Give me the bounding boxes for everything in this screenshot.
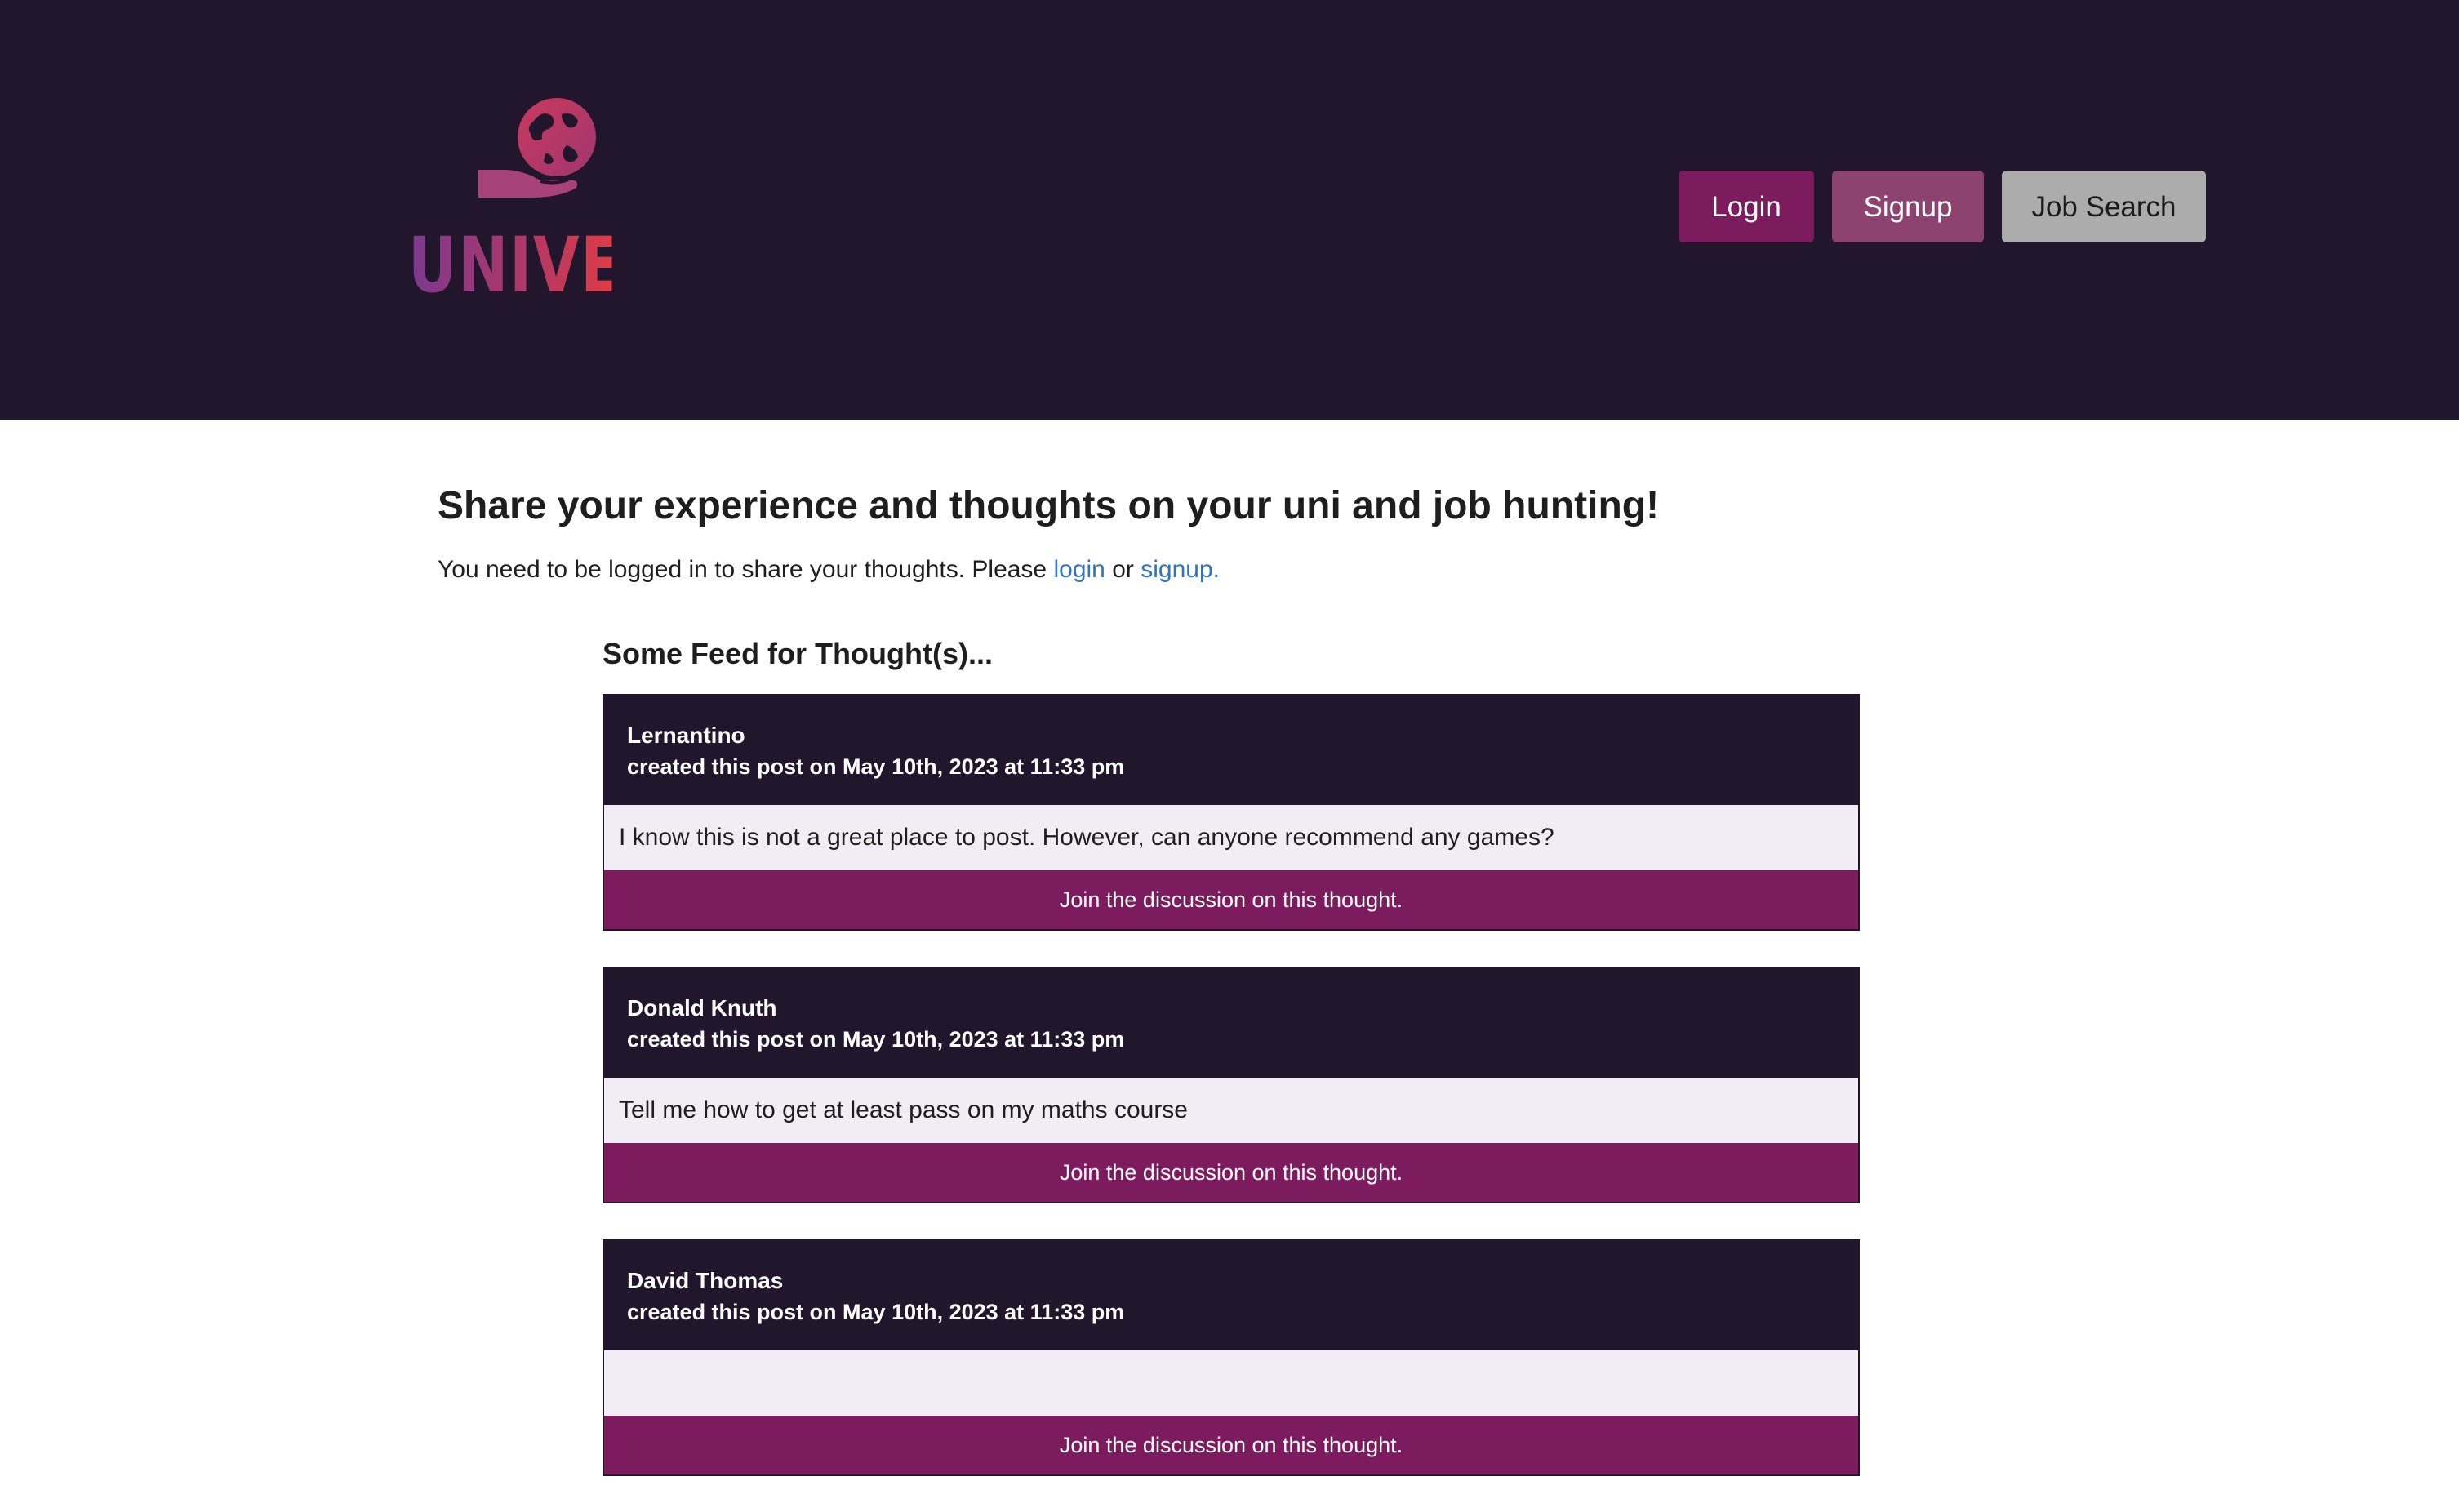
job-search-button[interactable]: Job Search — [2002, 171, 2206, 242]
top-nav: Login Signup Job Search — [1679, 171, 2206, 242]
login-notice-or: or — [1112, 556, 1134, 583]
join-discussion-button[interactable]: Join the discussion on this thought. — [604, 1143, 1858, 1202]
thought-author[interactable]: Donald Knuth — [627, 993, 1835, 1024]
login-notice-text: You need to be logged in to share your t… — [438, 556, 1047, 583]
thought-header: David Thomas created this post on May 10… — [604, 1241, 1858, 1350]
thought-card: David Thomas created this post on May 10… — [603, 1239, 1860, 1476]
login-button[interactable]: Login — [1679, 171, 1814, 242]
thought-author[interactable]: Lernantino — [627, 720, 1835, 751]
thought-meta: created this post on May 10th, 2023 at 1… — [627, 1300, 1125, 1324]
login-link[interactable]: login — [1053, 556, 1105, 583]
thought-text — [604, 1350, 1858, 1416]
brand-wordmark: UNIVERSE — [408, 221, 757, 310]
feed-title: Some Feed for Thought(s)... — [603, 637, 993, 670]
thought-header: Donald Knuth created this post on May 10… — [604, 968, 1858, 1078]
thought-card: Lernantino created this post on May 10th… — [603, 694, 1860, 931]
globe-in-hand-icon — [478, 98, 596, 198]
site-logo[interactable]: UNIVERSE — [408, 96, 757, 310]
signup-link[interactable]: signup. — [1141, 556, 1220, 583]
site-header: UNIVERSE Login Signup Job Search — [0, 0, 2459, 420]
thought-meta: created this post on May 10th, 2023 at 1… — [627, 1027, 1125, 1052]
thought-text: I know this is not a great place to post… — [604, 805, 1858, 870]
thought-feed: Lernantino created this post on May 10th… — [603, 694, 1860, 1512]
thought-card: Donald Knuth created this post on May 10… — [603, 967, 1860, 1203]
thought-meta: created this post on May 10th, 2023 at 1… — [627, 754, 1125, 779]
thought-author[interactable]: David Thomas — [627, 1265, 1835, 1296]
signup-button[interactable]: Signup — [1832, 171, 1984, 242]
login-notice: You need to be logged in to share your t… — [438, 552, 1220, 588]
thought-header: Lernantino created this post on May 10th… — [604, 696, 1858, 805]
thought-text: Tell me how to get at least pass on my m… — [604, 1078, 1858, 1143]
page-title: Share your experience and thoughts on yo… — [438, 484, 1660, 527]
join-discussion-button[interactable]: Join the discussion on this thought. — [604, 870, 1858, 929]
join-discussion-button[interactable]: Join the discussion on this thought. — [604, 1416, 1858, 1474]
